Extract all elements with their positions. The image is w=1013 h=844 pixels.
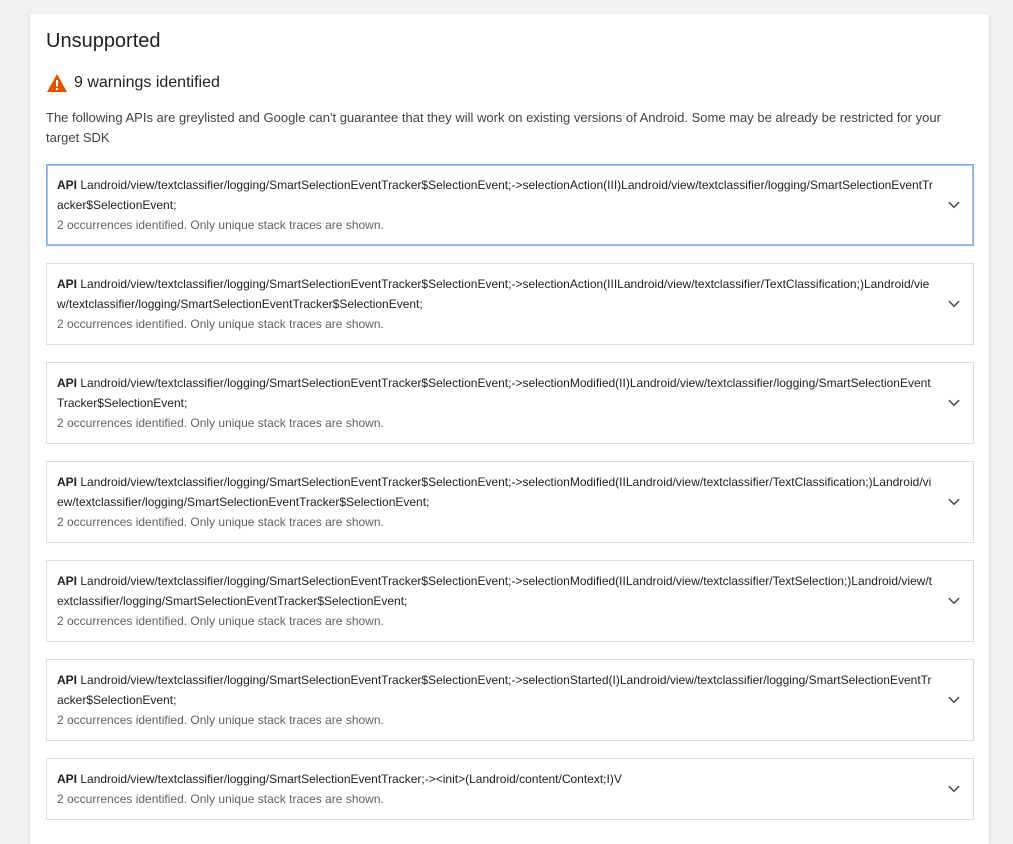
- warning-count: 9 warnings identified: [74, 74, 220, 91]
- warning-summary: 9 warnings identified: [46, 72, 220, 94]
- api-signature-text: Landroid/view/textclassifier/logging/Sma…: [57, 673, 932, 707]
- api-label: API: [57, 673, 78, 687]
- occurrences-text: 2 occurrences identified. Only unique st…: [57, 713, 384, 727]
- occurrences-text: 2 occurrences identified. Only unique st…: [57, 317, 384, 331]
- warning-triangle-icon: [46, 73, 68, 93]
- chevron-down-icon[interactable]: [947, 495, 961, 509]
- chevron-down-icon[interactable]: [947, 782, 961, 796]
- api-warning-item[interactable]: API Landroid/view/textclassifier/logging…: [46, 758, 974, 820]
- api-signature: API Landroid/view/textclassifier/logging…: [57, 571, 933, 611]
- api-label: API: [57, 277, 78, 291]
- api-label: API: [57, 178, 78, 192]
- api-signature: API Landroid/view/textclassifier/logging…: [57, 274, 933, 314]
- section-title: Unsupported: [46, 30, 161, 52]
- api-signature-text: Landroid/view/textclassifier/logging/Sma…: [57, 475, 932, 509]
- occurrences-text: 2 occurrences identified. Only unique st…: [57, 416, 384, 430]
- chevron-down-icon[interactable]: [947, 396, 961, 410]
- chevron-down-icon[interactable]: [947, 594, 961, 608]
- api-warning-item[interactable]: API Landroid/view/textclassifier/logging…: [46, 362, 974, 444]
- unsupported-card: Unsupported 9 warnings identified The fo…: [30, 14, 989, 844]
- api-signature-text: Landroid/view/textclassifier/logging/Sma…: [57, 376, 931, 410]
- api-signature-text: Landroid/view/textclassifier/logging/Sma…: [57, 178, 933, 212]
- api-signature: API Landroid/view/textclassifier/logging…: [57, 769, 933, 789]
- api-signature: API Landroid/view/textclassifier/logging…: [57, 670, 933, 710]
- api-signature-text: Landroid/view/textclassifier/logging/Sma…: [57, 574, 932, 608]
- api-label: API: [57, 475, 78, 489]
- chevron-down-icon[interactable]: [947, 297, 961, 311]
- api-warning-item[interactable]: API Landroid/view/textclassifier/logging…: [46, 263, 974, 345]
- api-label: API: [57, 376, 78, 390]
- occurrences-text: 2 occurrences identified. Only unique st…: [57, 515, 384, 529]
- greylist-description: The following APIs are greylisted and Go…: [46, 110, 941, 145]
- chevron-down-icon[interactable]: [947, 693, 961, 707]
- api-warning-item[interactable]: API Landroid/view/textclassifier/logging…: [46, 461, 974, 543]
- chevron-down-icon[interactable]: [947, 198, 961, 212]
- api-signature-text: Landroid/view/textclassifier/logging/Sma…: [57, 277, 930, 311]
- api-signature-text: Landroid/view/textclassifier/logging/Sma…: [80, 772, 622, 786]
- api-label: API: [57, 772, 78, 786]
- api-warning-item[interactable]: API Landroid/view/textclassifier/logging…: [46, 560, 974, 642]
- occurrences-text: 2 occurrences identified. Only unique st…: [57, 792, 384, 806]
- api-signature: API Landroid/view/textclassifier/logging…: [57, 175, 933, 215]
- api-list: API Landroid/view/textclassifier/logging…: [46, 164, 974, 837]
- api-warning-item[interactable]: API Landroid/view/textclassifier/logging…: [46, 659, 974, 741]
- api-warning-item[interactable]: API Landroid/view/textclassifier/logging…: [46, 164, 974, 246]
- api-signature: API Landroid/view/textclassifier/logging…: [57, 373, 933, 413]
- api-signature: API Landroid/view/textclassifier/logging…: [57, 472, 933, 512]
- occurrences-text: 2 occurrences identified. Only unique st…: [57, 218, 384, 232]
- occurrences-text: 2 occurrences identified. Only unique st…: [57, 614, 384, 628]
- api-label: API: [57, 574, 78, 588]
